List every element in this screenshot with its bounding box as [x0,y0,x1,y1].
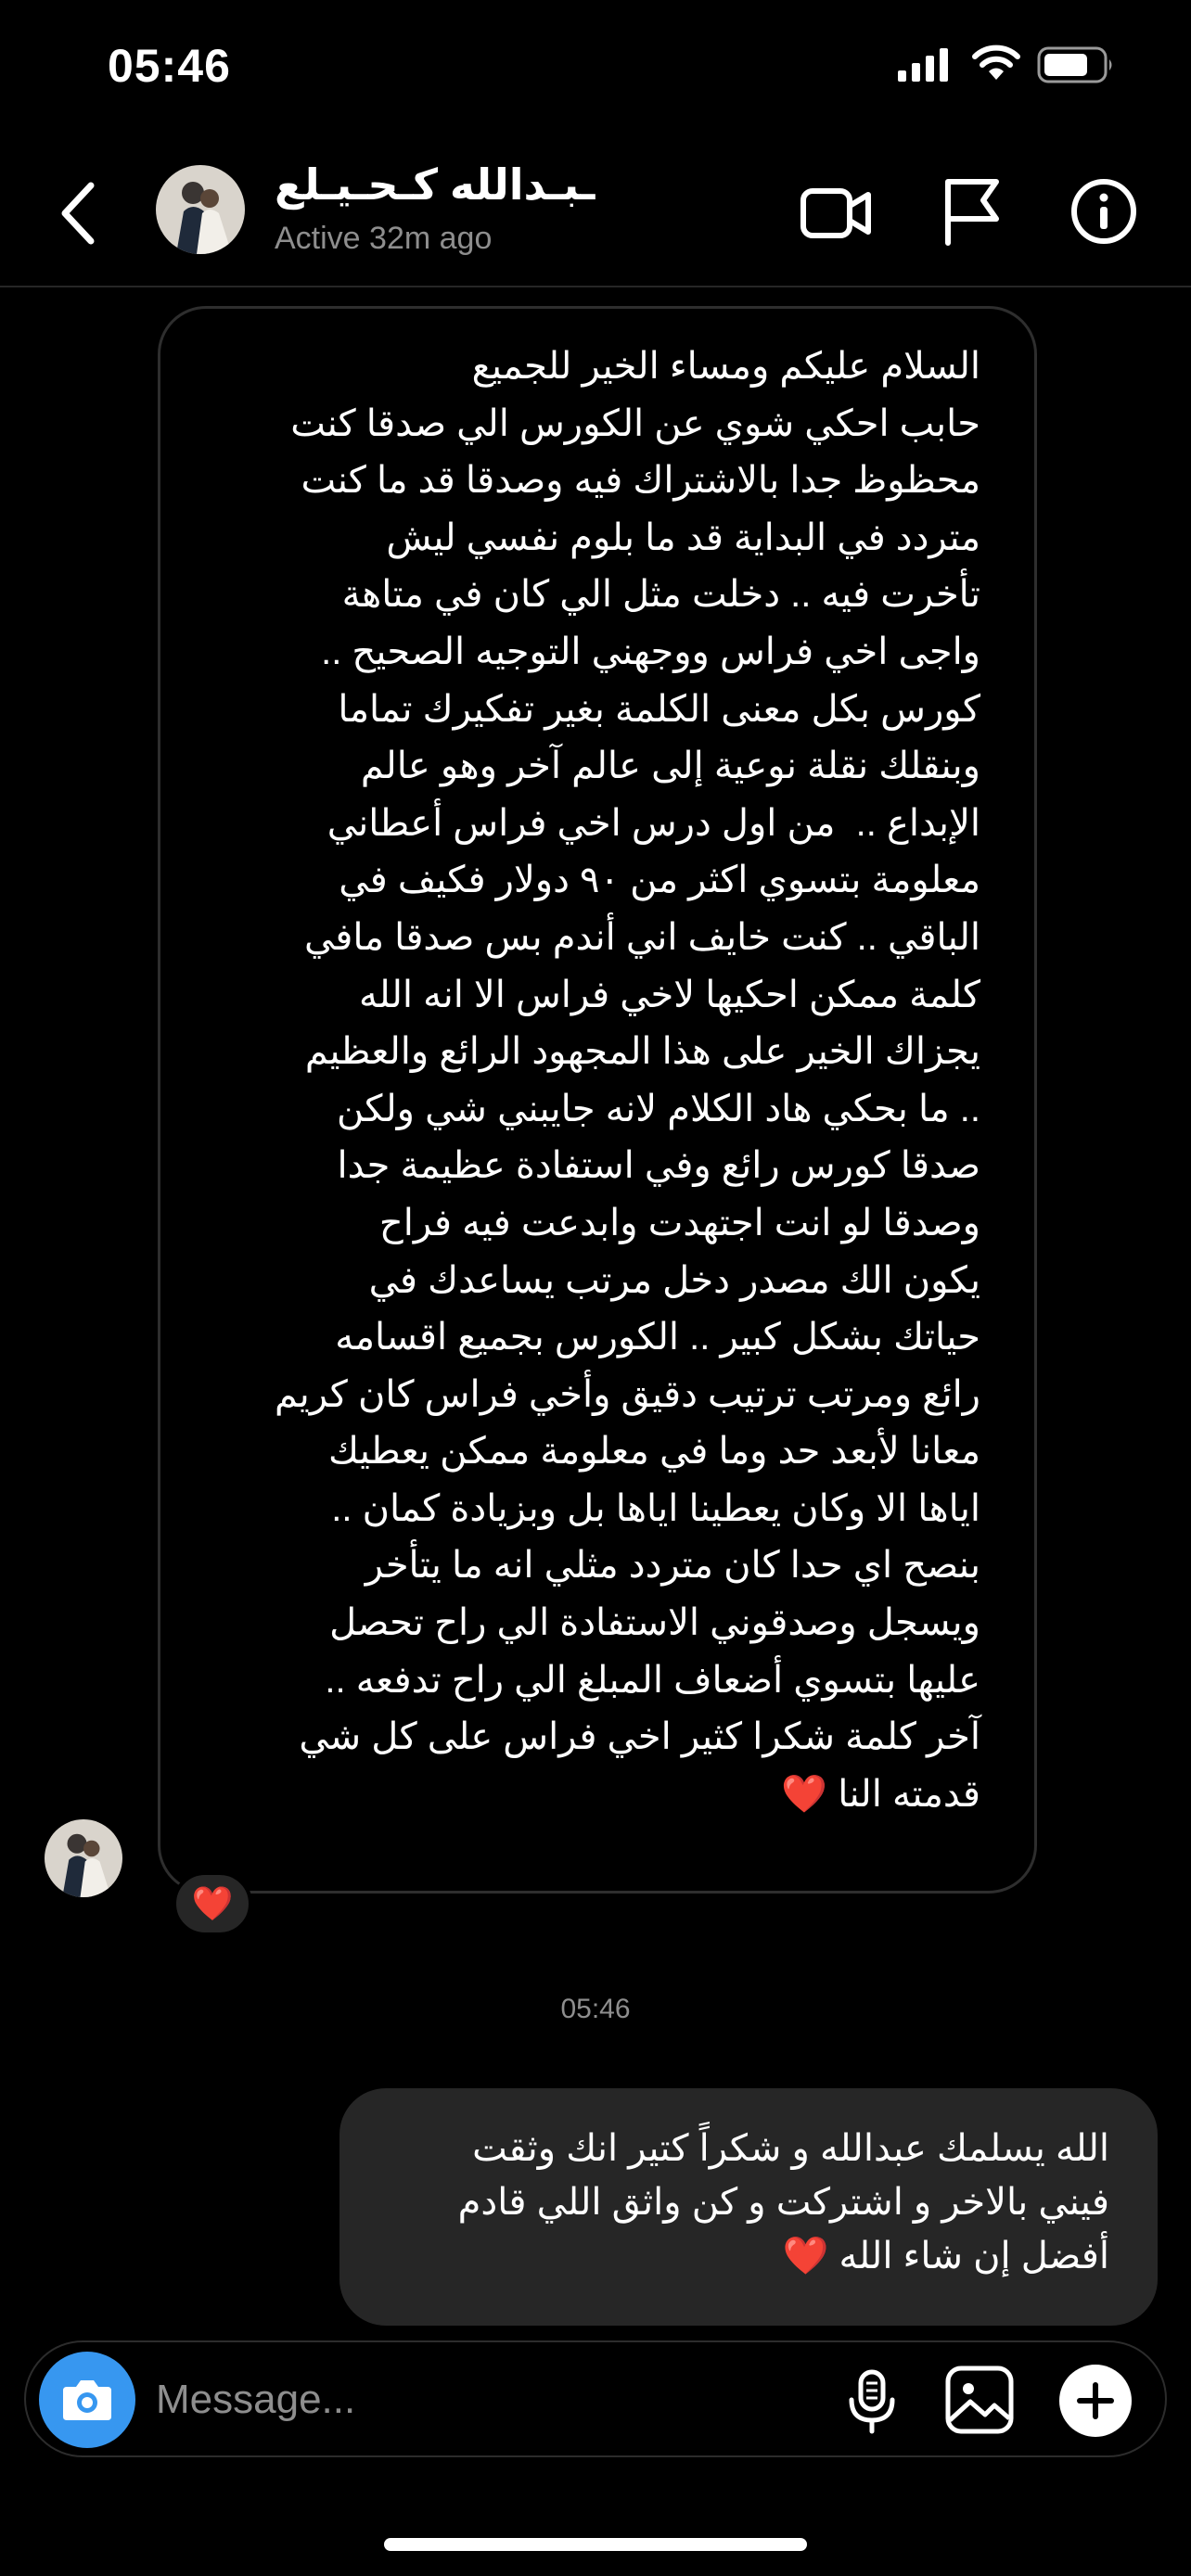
message-line: محظوظ جدا بالاشتراك فيه وصدقا قد ما كنت [301,460,980,502]
message-line: أفضل إن شاء الله [839,2236,1109,2276]
message-composer [24,2340,1167,2457]
message-line: حابب احكي شوي عن الكورس الي صدقا كنت [290,402,980,444]
message-line: صدقا كورس رائع وفي استفادة عظيمة جدا [337,1145,980,1187]
message-line: قدمته النا [838,1773,980,1815]
message-input[interactable] [156,2363,842,2437]
status-time: 05:46 [108,40,231,92]
heart-emoji: ❤️ [781,1773,828,1815]
message-line: الله يسلمك عبدالله و شكراً كتير انك وثقت [472,2128,1109,2169]
message-line: وصدقا لو انت اجتهدت وابدعت فيه فراح [378,1202,980,1243]
home-indicator[interactable] [384,2538,807,2551]
heart-reaction[interactable]: ❤️ [173,1871,252,1936]
message-line: يجزاك الخير على هذا المجهود الرائع والعظ… [304,1031,980,1073]
message-line: كورس بكل معنى الكلمة بغير تفكيرك تماما [338,688,980,730]
message-line: فيني بالاخر و اشتركت و كن واثق اللي قادم [457,2182,1109,2223]
message-line: تأخرت فيه .. دخلت مثل الي كان في متاهة [341,574,980,616]
message-line: وبنقلك نقلة نوعية إلى عالم آخر وهو عالم [360,746,980,787]
wifi-icon [972,45,1020,80]
message-line: .. ما بحكي هاد الكلام لانه جايبني شي ولك… [336,1088,980,1129]
message-line: رائع ومرتب ترتيب دقيق وأخي فراس كان كريم [274,1373,980,1415]
message-line: ويسجل وصدقوني الاستفادة الي راح تحصل [329,1602,980,1644]
message-line: يكون الك مصدر دخل مرتب يساعدك في [368,1259,980,1301]
cellular-signal-icon [898,48,948,82]
message-line: حياتك بشكل كبير .. الكورس بجميع اقسامه [335,1317,980,1358]
dm-thread-screen: 05:46 ـبـدالله كـحـيـلع Active 32m ago ا… [0,0,1191,2576]
heart-emoji: ❤️ [782,2236,829,2276]
received-message-bubble[interactable]: السلام عليكم ومساء الخير للجميع حابب احك… [158,306,1037,1894]
sent-message-bubble[interactable]: الله يسلمك عبدالله و شكراً كتير انك وثقت… [339,2088,1158,2326]
message-line: بنصح اي حدا كان متردد مثلي انه ما يتأخر [365,1545,980,1587]
video-call-icon[interactable] [800,178,872,249]
sent-message-text: الله يسلمك عبدالله و شكراً كتير انك وثقت… [384,2122,1109,2283]
message-line: عليها بتسوي أضعاف المبلغ الي راح تدفعه .… [325,1659,980,1701]
message-line: الباقي .. كنت خايف اني أندم بس صدقا مافي [303,916,980,958]
message-line: كلمة ممكن احكيها لاخي فراس الا انه الله [359,974,980,1015]
flag-icon[interactable] [941,176,1002,247]
sender-avatar[interactable] [45,1819,122,1897]
microphone-icon[interactable] [846,2368,898,2435]
active-status: Active 32m ago [275,221,493,256]
contact-name[interactable]: ـبـدالله كـحـيـلع [275,159,595,210]
message-line: السلام عليكم ومساء الخير للجميع [471,346,980,387]
message-line: آخر كلمة شكرا كثير اخي فراس على كل شي [299,1716,980,1758]
info-icon[interactable] [1070,178,1137,245]
message-line: الإبداع .. من اول درس اخي فراس أعطاني [327,802,980,844]
battery-icon [1037,46,1112,83]
message-line: معانا لأبعد حد وما في معلومة ممكن يعطيك [328,1431,980,1473]
camera-button[interactable] [39,2352,135,2448]
message-line: معلومة بتسوي اكثر من ٩٠ دولار فكيف في [339,860,980,901]
plus-icon [1077,2382,1114,2419]
message-timestamp: 05:46 [560,1994,631,2024]
add-button[interactable] [1059,2365,1132,2437]
camera-icon [63,2380,111,2420]
gallery-icon[interactable] [944,2365,1015,2435]
chat-header: ـبـدالله كـحـيـلع Active 32m ago [0,139,1191,287]
message-line: متردد في البداية قد ما بلوم نفسي ليش [386,516,980,558]
status-bar: 05:46 [0,0,1191,139]
message-line: واجى اخي فراس ووجهني التوجيه الصحيح .. [321,631,980,672]
back-arrow-icon[interactable] [52,178,104,249]
received-message-text: السلام عليكم ومساء الخير للجميع حابب احك… [203,338,980,1823]
contact-avatar[interactable] [156,165,245,254]
message-line: اياها الا وكان يعطينا اياها بل وبزيادة ك… [331,1487,980,1529]
